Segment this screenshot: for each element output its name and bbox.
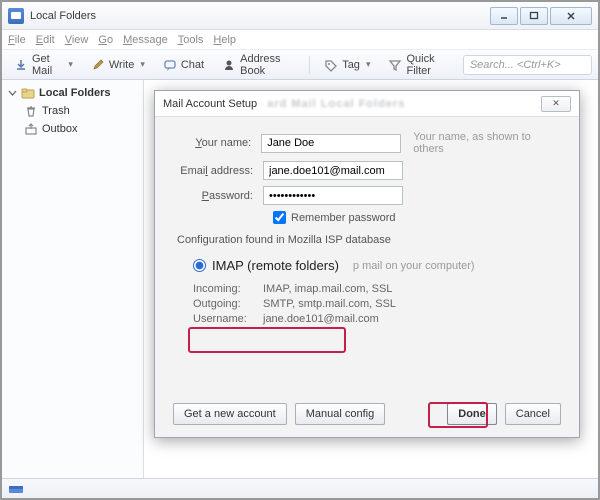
chevron-down-icon: ▾ [68,59,73,70]
addressbook-button[interactable]: Address Book [216,50,301,80]
incoming-value: IMAP, imap.mail.com, SSL [263,283,392,295]
mail-account-setup-dialog: Mail Account Setup ard Mail Local Folder… [154,90,580,438]
close-button[interactable] [550,7,592,25]
getmail-button[interactable]: Get Mail▾ [8,50,79,80]
tree-root[interactable]: Local Folders [2,84,143,102]
tree-item-outbox[interactable]: Outbox [2,120,143,138]
outbox-icon [24,122,38,136]
quickfilter-button[interactable]: Quick Filter [382,50,456,80]
chevron-down-icon: ▾ [140,59,145,70]
twisty-down-icon [8,89,17,98]
pop-hint-fragment: p mail on your computer) [353,260,475,272]
imap-radio-label: IMAP (remote folders) [212,258,339,273]
label-password: Password: [173,190,263,202]
menu-tools[interactable]: Tools [178,34,204,46]
imap-radio[interactable] [193,259,206,272]
tree-item-label: Trash [42,105,70,117]
download-icon [14,58,28,72]
maximize-button[interactable] [520,7,548,25]
filter-icon [388,58,402,72]
folder-tree: Local Folders Trash Outbox [2,80,144,478]
tree-item-label: Outbox [42,123,77,135]
remember-password-checkbox[interactable] [273,211,286,224]
window-title: Local Folders [30,10,96,22]
email-field[interactable] [263,161,403,180]
tag-icon [324,58,338,72]
menu-edit[interactable]: Edit [36,34,55,46]
menu-file[interactable]: File [8,34,26,46]
menu-go[interactable]: Go [98,34,113,46]
search-input[interactable]: Search... <Ctrl+K> [463,55,592,75]
tree-root-label: Local Folders [39,87,111,99]
menu-message[interactable]: Message [123,34,168,46]
menu-help[interactable]: Help [213,34,236,46]
app-icon [8,8,24,24]
app-window: Local Folders File Edit View Go Message … [0,0,600,500]
password-field[interactable] [263,186,403,205]
dialog-title: Mail Account Setup [163,98,257,110]
pencil-icon [91,58,105,72]
manual-config-button[interactable]: Manual config [295,403,386,425]
trash-icon [24,104,38,118]
dialog-blurred-tabs: ard Mail Local Folders [267,98,405,110]
chat-button[interactable]: Chat [157,55,210,75]
toolbar: Get Mail▾ Write▾ Chat Address Book Tag▾ … [2,50,598,80]
titlebar: Local Folders [2,2,598,30]
dialog-titlebar: Mail Account Setup ard Mail Local Folder… [155,91,579,117]
dialog-close-button[interactable]: ✕ [541,96,571,112]
search-placeholder: Search... <Ctrl+K> [470,59,561,71]
outgoing-value: SMTP, smtp.mail.com, SSL [263,298,396,310]
chevron-down-icon: ▾ [366,59,371,70]
separator [309,56,310,74]
folder-icon [21,86,35,100]
config-found-text: Configuration found in Mozilla ISP datab… [177,234,561,246]
menu-view[interactable]: View [65,34,89,46]
get-new-account-button[interactable]: Get a new account [173,403,287,425]
menubar: File Edit View Go Message Tools Help [2,30,598,50]
tree-item-trash[interactable]: Trash [2,102,143,120]
chat-icon [163,58,177,72]
write-button[interactable]: Write▾ [85,55,151,75]
label-yourname: Your name: [173,137,261,149]
yourname-field[interactable] [261,134,401,153]
cancel-button[interactable]: Cancel [505,403,561,425]
person-icon [222,58,236,72]
username-key: Username: [193,313,263,325]
incoming-key: Incoming: [193,283,263,295]
outgoing-key: Outgoing: [193,298,263,310]
yourname-hint: Your name, as shown to others [413,131,561,155]
statusbar [2,478,598,498]
username-value: jane.doe101@mail.com [263,313,379,325]
done-button[interactable]: Done [447,403,497,425]
label-email: Email address: [173,165,263,177]
remember-password-label: Remember password [291,212,396,224]
activity-icon [8,483,24,495]
minimize-button[interactable] [490,7,518,25]
tag-button[interactable]: Tag▾ [318,55,376,75]
